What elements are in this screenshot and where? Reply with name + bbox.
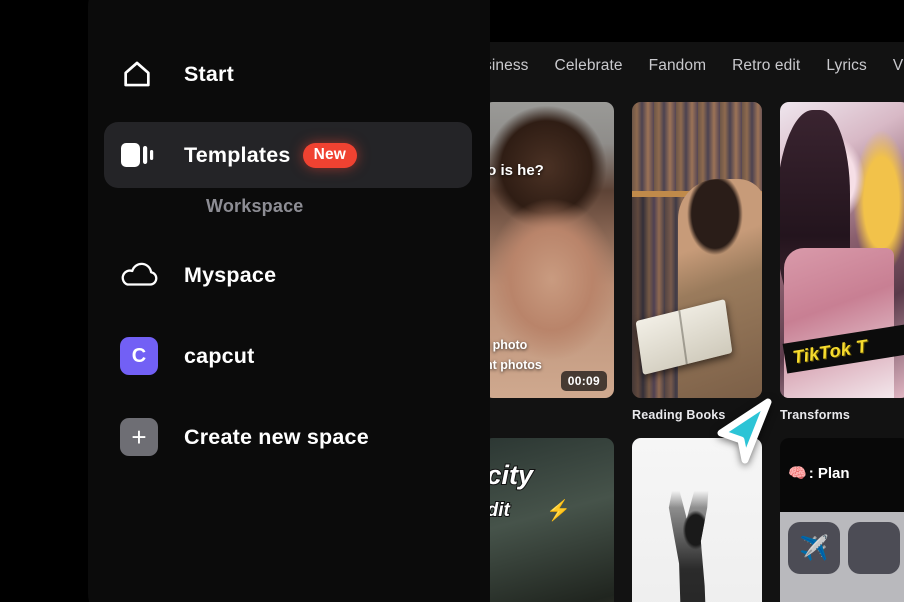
tab-celebrate[interactable]: Celebrate [555, 57, 623, 75]
template-thumbnail[interactable]: 🧠 : Plan ✈️ [780, 438, 904, 602]
templates-content-area: siness Celebrate Fandom Retro edit Lyric… [472, 0, 904, 602]
plan-heading-text: : Plan [808, 464, 850, 482]
sidebar-section-label: Workspace [206, 196, 304, 216]
template-thumbnail[interactable] [632, 102, 762, 398]
overlay-caption-top: ho is he? [484, 162, 544, 179]
tab-retro-edit[interactable]: Retro edit [732, 57, 800, 75]
sidebar-item-create-new-space[interactable]: + Create new space [104, 404, 472, 470]
content-topbar [472, 0, 904, 42]
template-thumbnail[interactable]: ocity Edit ⚡ [484, 438, 614, 602]
sidebar-item-myspace[interactable]: Myspace [104, 242, 472, 308]
tab-business[interactable]: siness [484, 57, 529, 75]
template-thumbnail[interactable]: ho is he? ld photo ent photos 00:09 [484, 102, 614, 398]
template-card[interactable]: ho is he? ld photo ent photos 00:09 [484, 102, 614, 422]
tab-lyrics[interactable]: Lyrics [826, 57, 867, 75]
anime-kimono-shape [784, 248, 894, 398]
plan-tile-row: ✈️ [780, 512, 904, 602]
capcut-window: siness Celebrate Fandom Retro edit Lyric… [0, 0, 904, 602]
sidebar-item-label: Templates [184, 142, 291, 167]
lightning-bolt-icon: ⚡ [546, 500, 571, 522]
template-card[interactable]: ocity Edit ⚡ [484, 438, 614, 602]
overlay-caption-mid: ld photo [484, 338, 528, 352]
template-thumbnail[interactable]: VIRAL [632, 438, 762, 602]
plan-tile-empty [848, 522, 900, 574]
navigation-sidebar: Start Templates New Workspace Myspace C … [88, 0, 490, 602]
sidebar-item-label: Start [184, 61, 234, 86]
sidebar-item-capcut[interactable]: C capcut [104, 323, 472, 389]
category-tabstrip[interactable]: siness Celebrate Fandom Retro edit Lyric… [472, 42, 904, 90]
tab-v[interactable]: V [893, 57, 903, 75]
space-avatar: C [120, 337, 168, 375]
plus-glyph: + [120, 418, 158, 456]
sidebar-item-label: capcut [184, 343, 255, 368]
template-card[interactable]: Reading Books [632, 102, 762, 422]
home-icon [120, 57, 168, 91]
overlay-velocity-title: ocity [484, 459, 534, 491]
sidebar-item-templates[interactable]: Templates New [104, 122, 472, 188]
template-card-label: Transforms [780, 408, 851, 422]
sidebar-item-label: Myspace [184, 262, 277, 287]
cloud-icon [120, 259, 168, 291]
overlay-caption-low: ent photos [484, 358, 542, 372]
template-card[interactable]: VIRAL [632, 438, 762, 602]
template-thumbnail[interactable]: TikTok T [780, 102, 904, 398]
template-card-grid: ho is he? ld photo ent photos 00:09 Read… [484, 102, 904, 602]
airplane-icon: ✈️ [788, 522, 840, 574]
avatar: C [120, 337, 158, 375]
duration-badge: 00:09 [560, 371, 607, 391]
template-card-label: Reading Books [632, 408, 726, 422]
brain-icon: 🧠 [788, 465, 807, 482]
status-badge: New [302, 142, 358, 168]
plan-heading: 🧠 : Plan [788, 464, 850, 483]
templates-icon [120, 138, 168, 172]
template-card[interactable]: TikTok T Transforms [780, 102, 904, 422]
template-card[interactable]: 🧠 : Plan ✈️ [780, 438, 904, 602]
thumbnail-art-portrait [484, 102, 614, 398]
sidebar-item-start[interactable]: Start [104, 41, 472, 107]
plus-icon: + [120, 418, 168, 456]
tab-fandom[interactable]: Fandom [649, 57, 706, 75]
sidebar-item-label: Create new space [184, 424, 369, 449]
